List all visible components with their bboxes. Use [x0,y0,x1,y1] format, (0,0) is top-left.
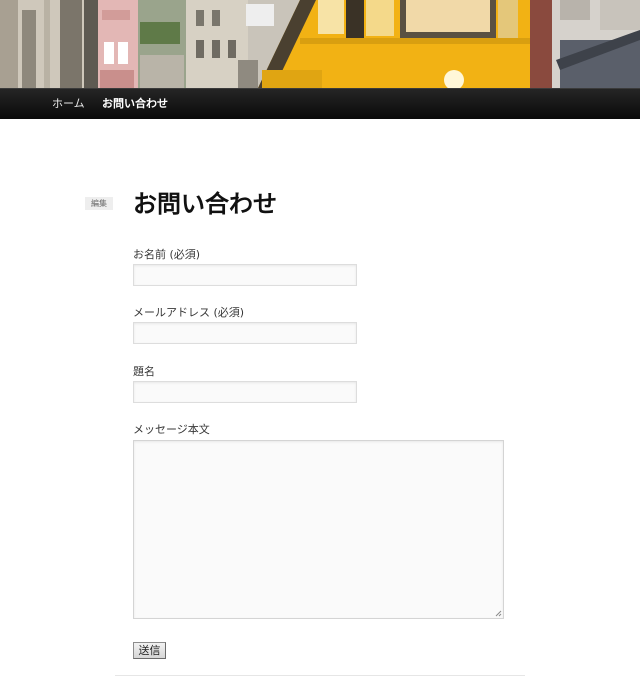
message-label: メッセージ本文 [133,423,210,436]
email-field[interactable] [133,322,357,344]
submit-button[interactable]: 送信 [133,642,166,659]
email-label: メールアドレス (必須) [133,306,245,319]
message-textarea[interactable] [133,440,504,619]
subject-field[interactable] [133,381,357,403]
page-title: お問い合わせ [133,190,277,218]
name-label: お名前 (必須) [133,248,201,261]
edit-link[interactable]: 編集 [85,197,113,210]
main-navigation: ホーム お問い合わせ [0,88,640,119]
header-image [0,0,640,88]
subject-label: 題名 [133,365,155,378]
name-field[interactable] [133,264,357,286]
nav-item-contact[interactable]: お問い合わせ [102,89,168,119]
nav-item-home[interactable]: ホーム [52,89,85,119]
resize-handle-icon[interactable] [495,610,502,617]
